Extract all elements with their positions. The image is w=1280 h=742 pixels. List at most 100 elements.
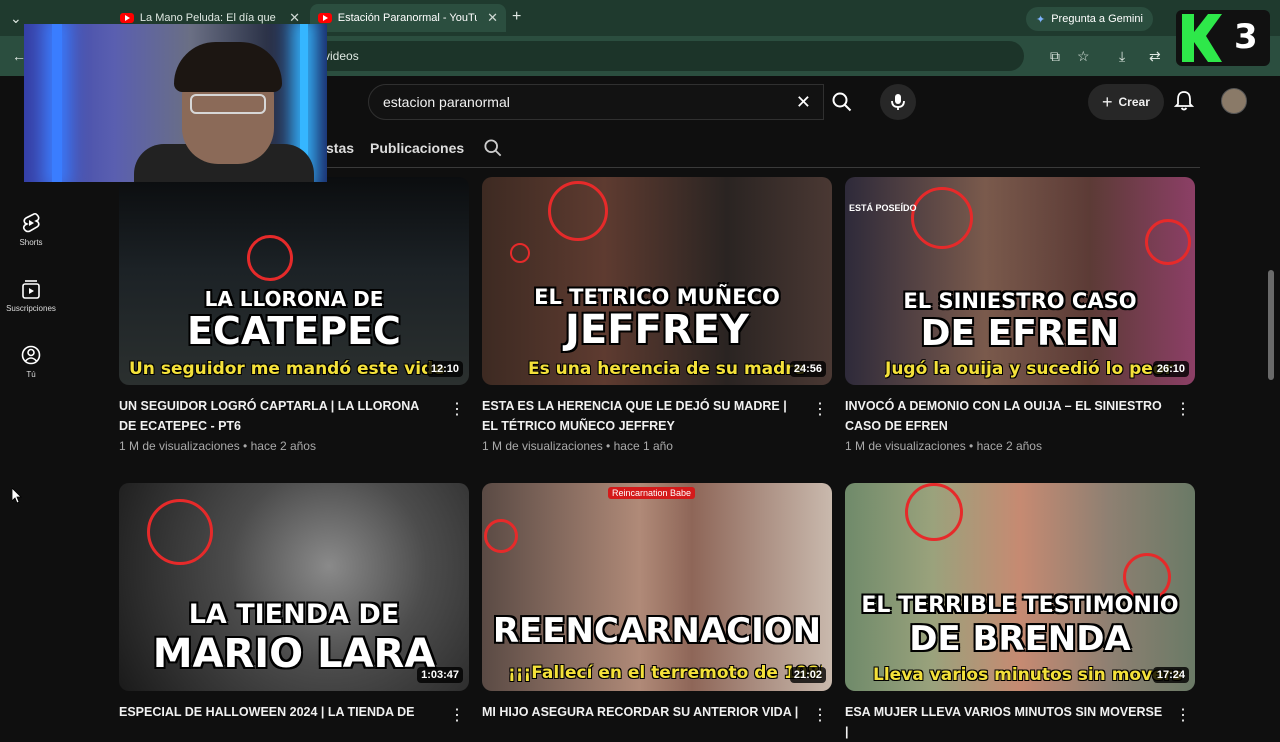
thumbnail-headline-large: JEFFREY [565,307,749,353]
tab-playlists[interactable]: stas [326,140,354,156]
channel-logo-icon: 3 [1176,10,1270,66]
youtube-favicon-icon [120,13,134,23]
subscriptions-icon [22,280,40,299]
tab-label: La Mano Peluda: El día que el D [139,12,279,24]
translate-icon[interactable]: ⇄ [1149,48,1161,65]
video-card[interactable]: ESTÁ POSEÍDO EL SINIESTRO CASO DE EFREN … [845,177,1195,467]
thumbnail-tag: ESTÁ POSEÍDO [849,203,917,213]
voice-search-button[interactable] [880,84,916,120]
bookmark-star-icon[interactable]: ☆ [1077,48,1090,65]
highlight-circle-small [1145,219,1191,265]
video-thumbnail[interactable]: LA LLORONA DE ECATEPEC Un seguidor me ma… [119,177,469,385]
tab-estacion-paranormal[interactable]: Estación Paranormal - YouTube ✕ [310,4,506,32]
streamer-hair [174,42,282,92]
create-label: Crear [1118,95,1150,109]
highlight-circle-small [510,243,530,263]
video-card[interactable]: EL TERRIBLE TESTIMONIO DE BRENDA Lleva v… [845,483,1195,739]
video-title[interactable]: INVOCÓ A DEMONIO CON LA OUIJA – EL SINIE… [845,396,1165,436]
thumbnail-subtitle: ¡¡¡Fallecí en el terremoto de 1985!!! [508,663,822,683]
video-thumbnail[interactable]: EL TERRIBLE TESTIMONIO DE BRENDA Lleva v… [845,483,1195,691]
video-duration: 17:24 [1152,667,1189,683]
thumbnail-headline: EL TETRICO MUÑECO [534,285,780,309]
video-title[interactable]: ESA MUJER LLEVA VARIOS MINUTOS SIN MOVER… [845,702,1165,742]
video-thumbnail[interactable]: LA TIENDA DE MARIO LARA 1:03:47 [119,483,469,691]
video-thumbnail[interactable]: ESTÁ POSEÍDO EL SINIESTRO CASO DE EFREN … [845,177,1195,385]
more-actions-icon[interactable]: ⋮ [1171,705,1195,725]
youtube-favicon-icon [318,13,332,23]
thumbnail-subtitle: Es una herencia de su madre [528,359,806,379]
highlight-circle [548,181,608,241]
video-thumbnail[interactable]: EL TETRICO MUÑECO JEFFREY Es una herenci… [482,177,832,385]
channel-search-icon[interactable] [484,139,502,157]
thumbnail-headline-large: DE EFREN [920,313,1120,354]
you-icon [21,345,41,365]
thumbnail-headline-large: REENCARNACION [492,611,822,651]
gemini-label: Pregunta a Gemini [1051,13,1143,25]
account-avatar[interactable] [1221,88,1247,114]
create-button[interactable]: + Crear [1088,84,1164,120]
thumbnail-subtitle: Jugó la ouija y sucedió lo peor [885,359,1173,379]
sidebar-item-you[interactable]: Tú [0,344,62,379]
download-icon[interactable]: ⤓ [1119,48,1125,65]
thumbnail-headline: EL SINIESTRO CASO [903,289,1137,313]
search-button[interactable] [824,84,860,120]
led-light-strip [52,24,62,182]
search-query: estacion paranormal [383,94,510,110]
video-title[interactable]: ESPECIAL DE HALLOWEEN 2024 | LA TIENDA D… [119,702,439,722]
thumbnail-headline-large: ECATEPEC [187,309,401,353]
video-card[interactable]: LA TIENDA DE MARIO LARA 1:03:47 ESPECIAL… [119,483,469,724]
new-tab-icon[interactable]: + [512,8,521,26]
sidebar-label: Tú [26,370,36,379]
close-tab-icon[interactable]: ✕ [487,10,498,26]
video-meta: 1 M de visualizaciones • hace 1 año [482,439,673,453]
page-scrollbar[interactable] [1268,270,1274,380]
clear-search-icon[interactable]: ✕ [796,92,811,113]
video-title[interactable]: ESTA ES LA HERENCIA QUE LE DEJÓ SU MADRE… [482,396,802,436]
notifications-bell-icon[interactable] [1174,90,1194,112]
sidebar-item-shorts[interactable]: Shorts [0,212,62,247]
gemini-button[interactable]: ✦ Pregunta a Gemini [1026,7,1153,31]
tab-label: Estación Paranormal - YouTube [337,12,477,24]
highlight-circle [147,499,213,565]
microphone-icon [891,94,905,110]
mouse-cursor-icon [12,488,22,504]
video-duration: 24:56 [789,361,826,377]
video-title[interactable]: UN SEGUIDOR LOGRÓ CAPTARLA | LA LLORONA … [119,396,439,436]
sidebar: Shorts Suscripciones Tú [0,126,62,720]
plus-icon: + [1102,91,1113,112]
video-thumbnail[interactable]: Reincarnation Babe REENCARNACION ¡¡¡Fall… [482,483,832,691]
address-text: videos [324,49,359,63]
highlight-circle [911,187,973,249]
logo-number: 3 [1234,17,1258,57]
tab-posts[interactable]: Publicaciones [370,140,464,156]
video-card[interactable]: LA LLORONA DE ECATEPEC Un seguidor me ma… [119,177,469,467]
video-meta: 1 M de visualizaciones • hace 2 años [845,439,1042,453]
more-actions-icon[interactable]: ⋮ [445,705,469,725]
thumbnail-subtitle: Lleva varios minutos sin movers [873,665,1183,685]
video-title[interactable]: MI HIJO ASEGURA RECORDAR SU ANTERIOR VID… [482,702,802,722]
sidebar-label: Shorts [19,238,43,247]
thumbnail-headline: LA TIENDA DE [188,599,400,630]
tab-search-chevron-icon[interactable]: ⌄ [10,10,22,27]
sidebar-item-subscriptions[interactable]: Suscripciones [0,278,62,313]
more-actions-icon[interactable]: ⋮ [808,399,832,419]
video-meta: 1 M de visualizaciones • hace 2 años [119,439,316,453]
search-icon [832,92,852,112]
video-card[interactable]: Reincarnation Babe REENCARNACION ¡¡¡Fall… [482,483,832,724]
thumbnail-headline-large: DE BRENDA [909,619,1131,659]
install-app-icon[interactable]: ⧉ [1050,48,1060,65]
highlight-circle [484,519,518,553]
highlight-circle [905,483,963,541]
video-duration: 1:03:47 [417,667,463,683]
thumbnail-headline: LA LLORONA DE [204,287,384,311]
video-duration: 12:10 [426,361,463,377]
thumbnail-headline: EL TERRIBLE TESTIMONIO [861,593,1179,618]
more-actions-icon[interactable]: ⋮ [445,399,469,419]
video-duration: 21:02 [789,667,826,683]
more-actions-icon[interactable]: ⋮ [1171,399,1195,419]
thumbnail-subtitle: Un seguidor me mandó este vide [129,359,445,379]
search-input[interactable]: estacion paranormal ✕ [368,84,824,120]
video-card[interactable]: EL TETRICO MUÑECO JEFFREY Es una herenci… [482,177,832,467]
more-actions-icon[interactable]: ⋮ [808,705,832,725]
streamer-glasses [190,94,266,114]
